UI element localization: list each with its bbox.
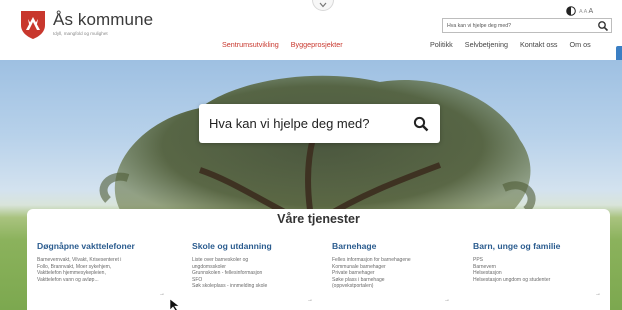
text-size-big-label: A	[588, 7, 594, 15]
header-search-input[interactable]: Hva kan vi hjelpe deg med?	[442, 18, 612, 33]
service-link[interactable]: Follo, Brannvakt, Moer sykehjem,	[37, 264, 172, 271]
service-link[interactable]: SFO	[192, 277, 327, 284]
chevron-down-icon	[319, 2, 327, 8]
service-link[interactable]: Liste over barneskoler og	[192, 257, 327, 264]
contrast-icon[interactable]	[566, 6, 576, 16]
services-title: Våre tjenester	[277, 212, 360, 226]
header-search-value: Hva kan vi hjelpe deg med?	[447, 22, 512, 29]
service-link[interactable]: Søk skoleplass - innmelding skole	[192, 283, 327, 290]
text-size-small-label: A A	[579, 8, 587, 15]
main-nav: Politikk Selvbetjening Kontakt oss Om os	[430, 40, 591, 49]
main-search-input[interactable]: Hva kan vi hjelpe deg med?	[199, 104, 440, 143]
site-header: Ås kommune Idyll, mangfold og mulighet A…	[0, 0, 622, 64]
collapse-toggle-button[interactable]	[312, 0, 334, 11]
highlight-nav: Sentrumsutvikling Byggeprosjekter	[222, 40, 343, 49]
nav-politikk[interactable]: Politikk	[430, 40, 453, 49]
service-heading[interactable]: Døgnåpne vakttelefoner	[37, 241, 172, 251]
service-link[interactable]: Barnevern	[473, 264, 608, 271]
nav-kontakt-oss[interactable]: Kontakt oss	[520, 40, 558, 49]
accessibility-controls: A A A	[566, 6, 593, 16]
service-column-skole: Skole og utdanning Liste over barneskole…	[192, 241, 327, 303]
brand-tagline: Idyll, mangfold og mulighet	[53, 31, 108, 36]
service-column-vakttelefoner: Døgnåpne vakttelefoner Barnevernvakt, Vi…	[37, 241, 172, 297]
arrow-right-icon[interactable]: →	[307, 297, 313, 303]
service-column-barnehage: Barnehage Felles informasjon for barneha…	[332, 241, 467, 303]
nav-selvbetjening[interactable]: Selvbetjening	[465, 40, 508, 49]
service-heading[interactable]: Barnehage	[332, 241, 467, 251]
service-link[interactable]: Helsestasjon ungdom og studenter	[473, 277, 608, 284]
service-column-barn-unge: Barn, unge og familie PPS Barnevern Hels…	[473, 241, 608, 297]
nav-om-oss[interactable]: Om os	[570, 40, 591, 49]
nav-byggeprosjekter[interactable]: Byggeprosjekter	[291, 40, 343, 49]
arrow-right-icon[interactable]: →	[595, 291, 601, 297]
service-heading[interactable]: Skole og utdanning	[192, 241, 327, 251]
service-link[interactable]: Vakttelefon hjemmesykepleien,	[37, 270, 172, 277]
arrow-right-icon[interactable]: →	[444, 297, 450, 303]
service-link[interactable]: Felles informasjon for barnehagene	[332, 257, 467, 264]
search-icon[interactable]	[413, 116, 429, 132]
service-link[interactable]: (oppvekstportalen)	[332, 283, 467, 290]
search-icon[interactable]	[597, 20, 609, 32]
municipality-logo[interactable]	[20, 10, 46, 40]
services-panel: Våre tjenester Døgnåpne vakttelefoner Ba…	[27, 209, 610, 310]
brand[interactable]: Ås kommune Idyll, mangfold og mulighet	[53, 10, 154, 37]
service-link[interactable]: Private barnehager	[332, 270, 467, 277]
arrow-right-icon[interactable]: →	[159, 291, 165, 297]
service-link[interactable]: ungdomsskoler	[192, 264, 327, 271]
service-link[interactable]: Vakttelefon vann og avløp...	[37, 277, 172, 284]
brand-name: Ås kommune	[53, 10, 154, 29]
main-search-placeholder: Hva kan vi hjelpe deg med?	[209, 116, 370, 131]
service-link[interactable]: Helsestasjon	[473, 270, 608, 277]
nav-sentrumsutvikling[interactable]: Sentrumsutvikling	[222, 40, 279, 49]
service-link[interactable]: Kommunale barnehager	[332, 264, 467, 271]
service-link[interactable]: PPS	[473, 257, 608, 264]
service-heading[interactable]: Barn, unge og familie	[473, 241, 608, 251]
service-link[interactable]: Barnevernvakt, Vilvakt, Krisesenteret i	[37, 257, 172, 264]
service-link[interactable]: Grunnskolen - fellesinformasjon	[192, 270, 327, 277]
mouse-cursor-icon	[169, 298, 180, 310]
service-link[interactable]: Søke plass i barnehage	[332, 277, 467, 284]
text-size-button[interactable]: A A A	[579, 8, 593, 15]
